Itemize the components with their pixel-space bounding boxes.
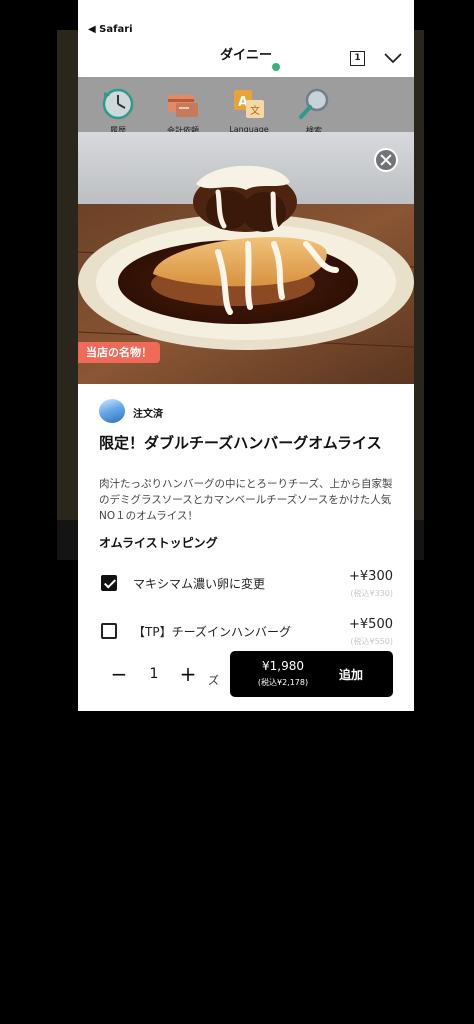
quantity-increase-button[interactable]: + [177,663,199,685]
signature-dish-badge: 当店の名物！ [78,342,160,363]
quantity-decrease-button[interactable]: − [108,663,130,685]
topping-option[interactable]: マキシマム濃い卵に変更 +¥300 (税込¥330) [78,567,414,603]
search-icon[interactable] [297,87,331,121]
screen: ◀ Safari ダイニー 1 A 文 履歴 会計依頼 Language 検索 … [0,0,474,1024]
topping-price: +¥500 [349,617,393,632]
close-button[interactable] [374,148,398,172]
item-description: 肉汁たっぷりハンバーグの中にとろーりチーズ、上から自家製のデミグラスソースとカマ… [99,478,393,522]
connection-dot-icon [272,63,280,71]
order-status-label: 注文済 [133,409,163,420]
quantity-value: 1 [149,666,159,682]
quantity-suffix-text: ズ [208,674,219,687]
topping-checkbox-unchecked[interactable] [101,623,117,639]
topping-option[interactable]: 【TP】チーズインハンバーグ +¥500 (税込¥550) [78,615,414,651]
back-to-safari-link[interactable]: ◀ Safari [88,24,133,35]
add-button-price-tax: (税込¥2,178) [257,678,309,687]
payment-card-icon[interactable] [166,87,200,121]
item-detail-modal: ◀ Safari ダイニー 1 A 文 履歴 会計依頼 Language 検索 … [78,0,414,711]
topping-price-tax: (税込¥330) [350,589,393,598]
topping-price-tax: (税込¥550) [350,637,393,646]
menu-strip: A 文 履歴 会計依頼 Language 検索 [78,77,414,135]
translate-icon[interactable]: A 文 [232,87,266,121]
topping-price: +¥300 [349,569,393,584]
table-number-badge[interactable]: 1 [350,51,365,66]
nav-bar: ダイニー 1 [78,40,414,77]
status-avatar-icon [99,399,125,423]
add-button-label: 追加 [338,668,363,682]
topping-checkbox-checked[interactable] [101,575,117,591]
add-to-order-button[interactable]: ¥1,980 (税込¥2,178) 追加 [230,651,393,697]
history-clock-icon[interactable] [101,87,135,121]
add-button-price: ¥1,980 [262,659,304,673]
topping-label: マキシマム濃い卵に変更 [133,577,266,591]
status-bar: ◀ Safari [78,0,414,40]
item-title: 限定！ダブルチーズハンバーグオムライス [99,434,382,452]
svg-text:文: 文 [250,104,260,117]
item-detail-sheet: 注文済 限定！ダブルチーズハンバーグオムライス 肉汁たっぷりハンバーグの中にとろ… [78,384,414,711]
topping-label: 【TP】チーズインハンバーグ [133,625,291,639]
toppings-section-title: オムライストッピング [99,536,218,550]
chevron-down-icon[interactable] [384,52,402,64]
